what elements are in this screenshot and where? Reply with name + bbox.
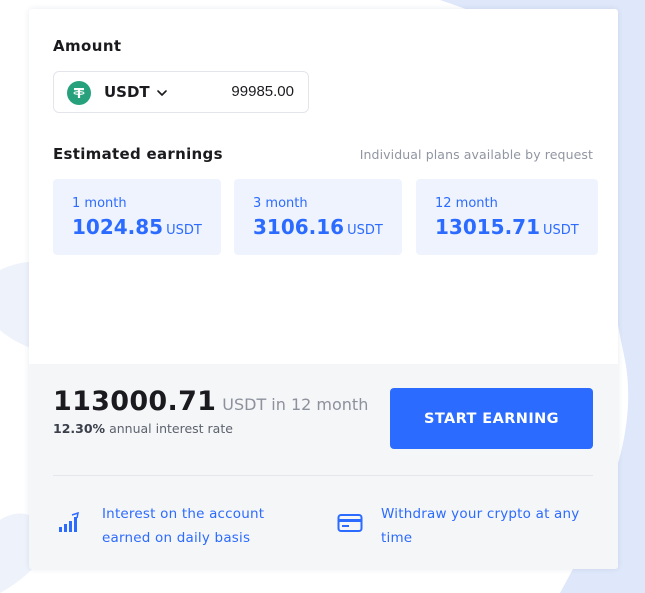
feature-text: Withdraw your crypto at any time	[381, 502, 579, 550]
tether-icon	[67, 81, 91, 105]
summary-footer: 113000.71 USDT in 12 month 12.30% annual …	[29, 364, 618, 569]
chevron-down-icon[interactable]	[156, 84, 168, 103]
interest-rate: 12.30% annual interest rate	[53, 421, 233, 436]
tile-amount: 3106.16	[253, 215, 345, 239]
rate-text: annual interest rate	[109, 421, 233, 436]
amount-value[interactable]: 99985.00	[231, 83, 294, 100]
earnings-tile-12-month: 12 month 13015.71 USDT	[416, 179, 598, 255]
tile-value: 13015.71 USDT	[435, 215, 579, 239]
card-icon	[337, 512, 363, 538]
feature-line: Withdraw your crypto at any	[381, 506, 580, 522]
tile-value: 3106.16 USDT	[253, 215, 383, 239]
tile-period: 3 month	[253, 196, 308, 211]
tile-unit: USDT	[166, 223, 202, 238]
tile-period: 12 month	[435, 196, 498, 211]
tile-unit: USDT	[347, 223, 383, 238]
amount-label: Amount	[53, 37, 122, 55]
feature-line: time	[381, 530, 413, 546]
tile-value: 1024.85 USDT	[72, 215, 202, 239]
rate-value: 12.30%	[53, 421, 106, 436]
individual-plans-note: Individual plans available by request	[359, 147, 593, 162]
tile-amount: 13015.71	[435, 215, 541, 239]
total-suffix: USDT in 12 month	[222, 395, 369, 414]
total-earnings: 113000.71 USDT in 12 month	[53, 386, 368, 417]
total-amount: 113000.71	[53, 386, 217, 417]
feature-text: Interest on the account earned on daily …	[102, 502, 264, 550]
feature-line: earned on daily basis	[102, 530, 251, 546]
tile-period: 1 month	[72, 196, 127, 211]
feature-line: Interest on the account	[102, 506, 265, 522]
earnings-calculator-card: Amount USDT 99985.00 Estimated earnings …	[29, 9, 618, 569]
currency-selector[interactable]: USDT	[104, 83, 150, 101]
estimated-earnings-label: Estimated earnings	[53, 145, 223, 163]
earnings-tile-3-month: 3 month 3106.16 USDT	[234, 179, 402, 255]
bar-chart-icon	[58, 511, 80, 538]
divider	[53, 475, 593, 476]
amount-input[interactable]: USDT 99985.00	[53, 71, 309, 113]
tile-amount: 1024.85	[72, 215, 164, 239]
tile-unit: USDT	[543, 223, 579, 238]
start-earning-button[interactable]: START EARNING	[390, 388, 593, 449]
earnings-tile-1-month: 1 month 1024.85 USDT	[53, 179, 221, 255]
